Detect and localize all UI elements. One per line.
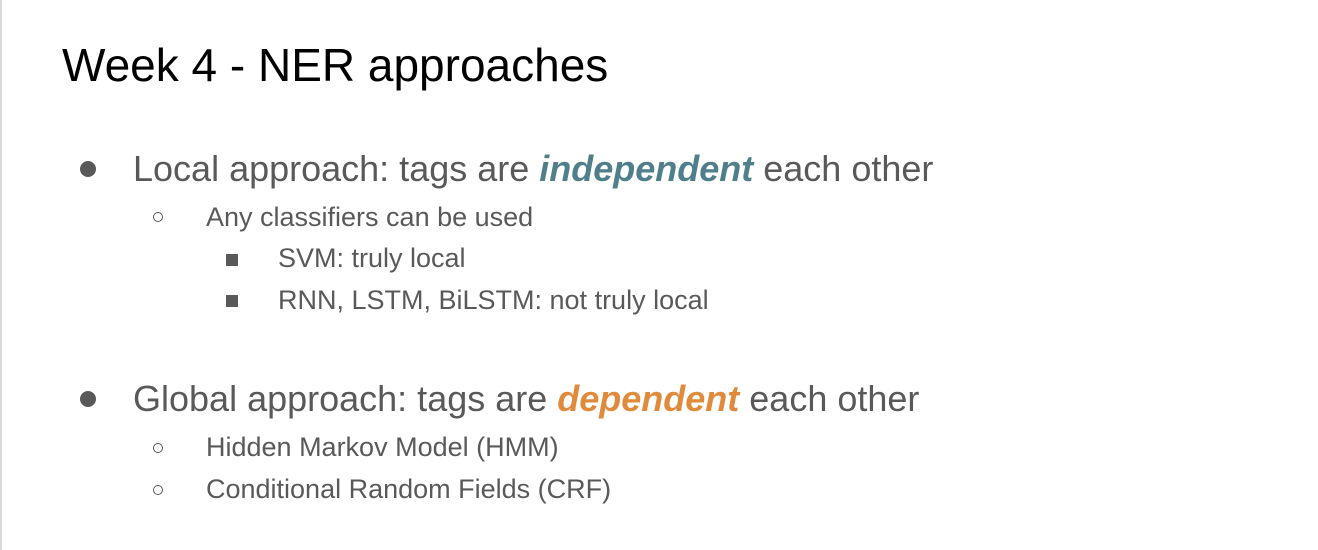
bullet-square-icon [226, 254, 238, 266]
bullet-disc-icon [80, 391, 96, 407]
global-approach-bullet: Global approach: tags are dependent each… [133, 378, 919, 420]
global-approach-text: Global approach: tags are [133, 378, 558, 419]
bullet-circle-icon [153, 485, 163, 495]
local-approach-bullet: Local approach: tags are independent eac… [133, 148, 933, 190]
local-approach-text: Local approach: tags are [133, 148, 540, 189]
slide-title: Week 4 - NER approaches [62, 39, 609, 91]
local-sub-bullet: Any classifiers can be used [206, 202, 534, 232]
global-sub-item: Conditional Random Fields (CRF) [206, 474, 612, 504]
global-approach-suffix: each other [739, 378, 920, 419]
bullet-square-icon [226, 295, 238, 307]
bullet-circle-icon [153, 443, 163, 453]
bullet-disc-icon [80, 161, 96, 177]
local-sub-item: SVM: truly local [278, 243, 466, 273]
slide-left-border [0, 0, 2, 550]
bullet-circle-icon [153, 212, 163, 222]
local-approach-suffix: each other [753, 148, 934, 189]
local-approach-emphasis: independent [539, 148, 754, 189]
local-sub-item: RNN, LSTM, BiLSTM: not truly local [278, 285, 709, 315]
global-approach-emphasis: dependent [557, 378, 740, 419]
global-sub-item: Hidden Markov Model (HMM) [206, 432, 559, 462]
